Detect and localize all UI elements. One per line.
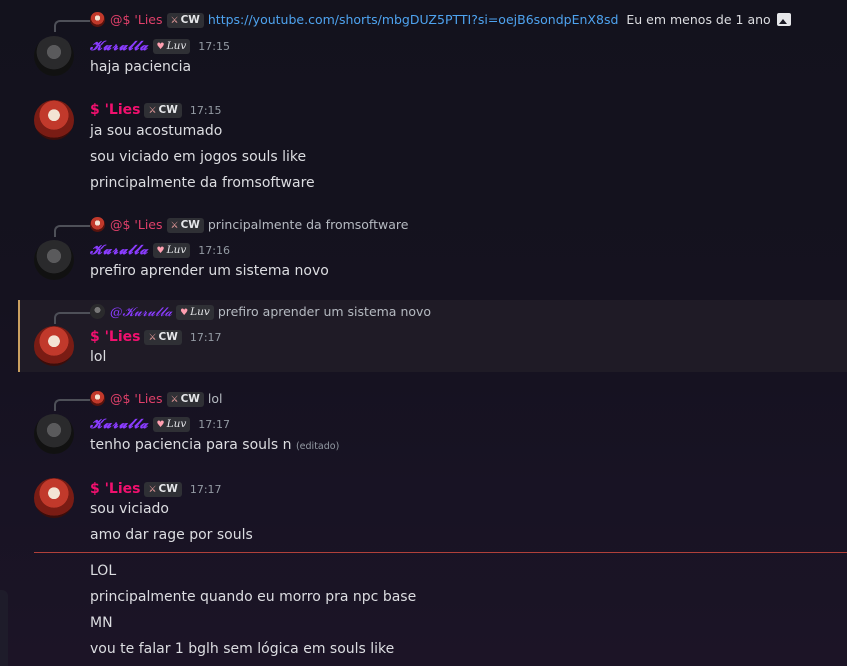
message-text: tenho paciencia para souls n (editado) [90,437,340,453]
reply-author[interactable]: @$ 'Lies [110,12,163,27]
author-name[interactable]: 𝓚𝓾𝓻𝓾𝓵𝓵𝓪 [90,39,149,54]
message-header: $ 'Lies ⚔ CW 17:15 [90,99,222,119]
edited-label: (editado) [295,441,340,452]
role-tag: ♥ Luv [176,305,214,320]
message-text: prefiro aprender um sistema novo [90,263,329,279]
avatar[interactable] [34,414,74,454]
role-tag: ⚔ CW [144,482,182,497]
role-tag: ⚔ CW [144,330,182,345]
reply-avatar [90,12,105,27]
timestamp: 17:17 [189,331,222,344]
reply-preview[interactable]: @$ 'Lies ⚔ CW lol [90,391,222,407]
message-header: $ 'Lies ⚔ CW 17:17 [90,478,222,498]
role-tag: ♥ Luv [152,243,191,258]
reply-author[interactable]: @$ 'Lies [110,217,163,232]
message-text: vou te falar 1 bglh sem lógica em souls … [90,641,395,657]
timestamp: 17:15 [198,40,230,53]
message-text: sou viciado em jogos souls like [90,149,307,165]
avatar[interactable] [34,100,74,140]
message-text: sou viciado [90,501,169,517]
sword-icon: ⚔ [170,395,179,405]
role-tag: ⚔ CW [166,218,204,233]
message-header: $ 'Lies ⚔ CW 17:17 [90,326,222,346]
reply-avatar [90,217,105,232]
author-name[interactable]: $ 'Lies [90,329,140,345]
role-tag: ⚔ CW [144,103,182,118]
message-text: ja sou acostumado [90,123,223,139]
heart-icon: ♥ [156,420,165,430]
reply-spine [54,399,90,411]
reply-preview[interactable]: @𝓚𝓾𝓻𝓾𝓵𝓵𝓪 ♥ Luv prefiro aprender um sistema… [90,304,431,320]
message-text: MN [90,615,113,631]
avatar[interactable] [34,478,74,518]
reply-avatar [90,304,105,319]
timestamp: 17:17 [198,418,230,431]
reply-author[interactable]: @𝓚𝓾𝓻𝓾𝓵𝓵𝓪 [110,304,172,319]
reply-spine [54,312,90,324]
reply-spine [54,225,90,237]
reply-suffix: Eu em menos de 1 ano [626,12,771,27]
reply-spine [54,20,90,32]
reply-preview[interactable]: @$ 'Lies ⚔ CW principalmente da fromsoftwa… [90,217,408,233]
image-icon [776,13,791,26]
sword-icon: ⚔ [148,106,157,116]
author-name[interactable]: $ 'Lies [90,102,140,118]
message-text: amo dar rage por souls [90,527,253,543]
timestamp: 17:16 [198,244,230,257]
message-text: lol [90,349,107,365]
sword-icon: ⚔ [148,485,157,495]
author-name[interactable]: 𝓚𝓾𝓻𝓾𝓵𝓵𝓪 [90,417,149,432]
author-name[interactable]: 𝓚𝓾𝓻𝓾𝓵𝓵𝓪 [90,243,149,258]
sword-icon: ⚔ [148,333,157,343]
reply-author[interactable]: @$ 'Lies [110,391,163,406]
avatar[interactable] [34,326,74,366]
reply-text: principalmente da fromsoftware [207,217,409,232]
avatar[interactable] [34,240,74,280]
heart-icon: ♥ [180,308,189,318]
message-header: 𝓚𝓾𝓻𝓾𝓵𝓵𝓪 ♥ Luv 17:15 [90,35,230,55]
reply-text: lol [207,391,223,406]
heart-icon: ♥ [156,246,165,256]
reply-avatar [90,391,105,406]
reply-preview[interactable]: @$ 'Lies ⚔ CW https://youtube.com/shorts/m… [90,12,791,28]
message-text: LOL [90,563,117,579]
sword-icon: ⚔ [170,221,179,231]
heart-icon: ♥ [156,42,165,52]
message-header: 𝓚𝓾𝓻𝓾𝓵𝓵𝓪 ♥ Luv 17:17 [90,413,230,433]
role-tag: ♥ Luv [152,417,191,432]
role-tag: ⚔ CW [166,13,204,28]
role-tag: ⚔ CW [166,392,204,407]
message-header: 𝓚𝓾𝓻𝓾𝓵𝓵𝓪 ♥ Luv 17:16 [90,239,230,259]
new-messages-divider [34,552,847,553]
reply-link[interactable]: https://youtube.com/shorts/mbgDUZ5PTTI?s… [208,12,619,27]
reply-text: prefiro aprender um sistema novo [217,304,432,319]
message-text: haja paciencia [90,59,192,75]
author-name[interactable]: $ 'Lies [90,481,140,497]
message-text: principalmente quando eu morro pra npc b… [90,589,417,605]
sidebar-edge [0,590,8,666]
sword-icon: ⚔ [170,16,179,26]
message-text: principalmente da fromsoftware [90,175,315,191]
timestamp: 17:15 [189,104,222,117]
role-tag: ♥ Luv [152,39,191,54]
timestamp: 17:17 [189,483,222,496]
avatar[interactable] [34,36,74,76]
